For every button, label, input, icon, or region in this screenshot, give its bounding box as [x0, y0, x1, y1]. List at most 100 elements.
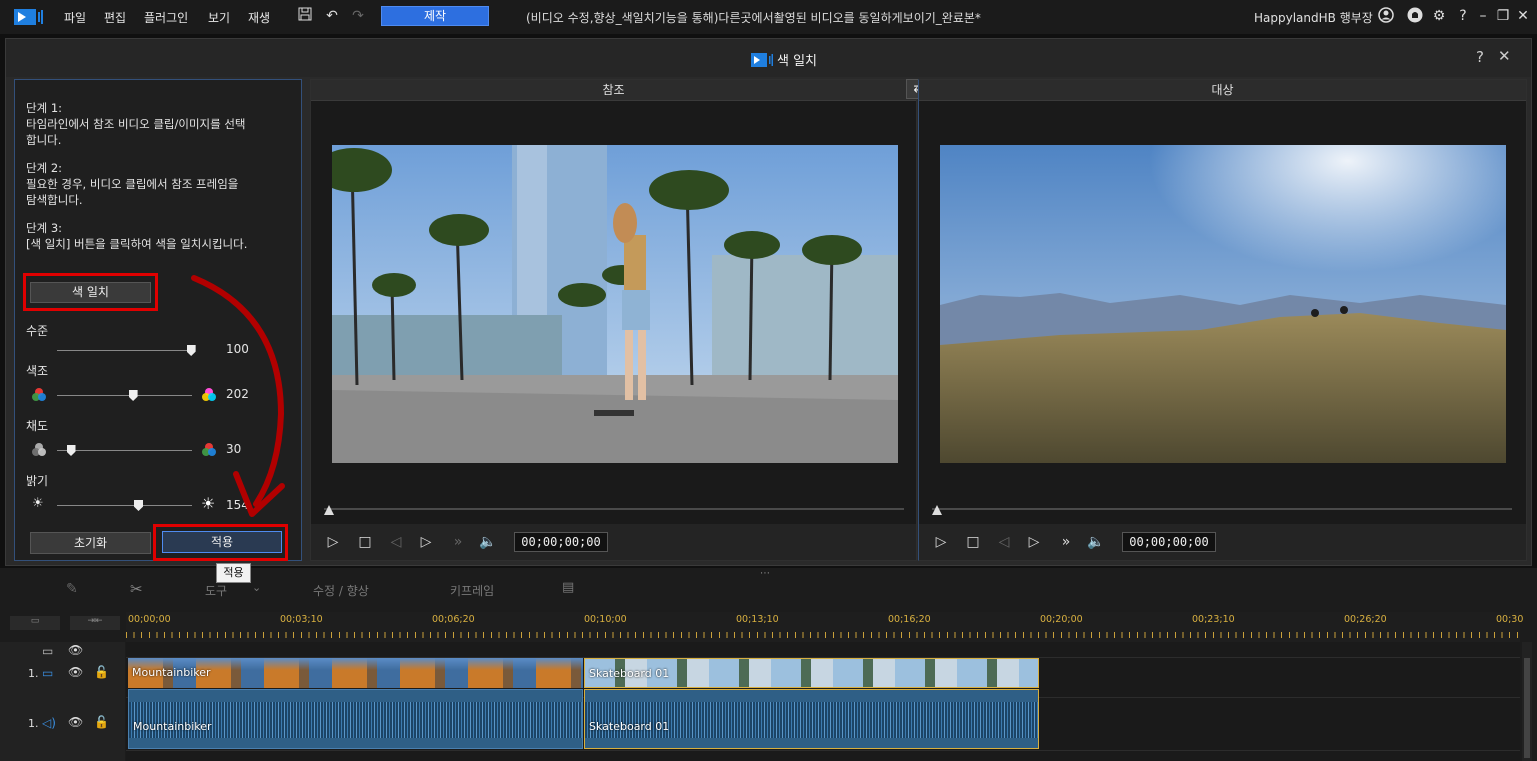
help-icon[interactable]: ?: [1454, 7, 1472, 25]
redo-icon[interactable]: ↷: [349, 7, 367, 25]
saturation-low-icon: [32, 443, 46, 456]
target-next-frame-icon[interactable]: ▷: [1024, 532, 1044, 552]
reference-prev-frame-icon[interactable]: ◁: [386, 532, 406, 552]
menu-plugins[interactable]: 플러그인: [144, 9, 188, 26]
reference-volume-icon[interactable]: 🔈: [478, 532, 498, 552]
ruler-label: 00;00;00: [128, 614, 171, 625]
video-track-lock-icon[interactable]: 🔓: [94, 665, 109, 679]
target-scrubber[interactable]: [932, 508, 1512, 510]
annotation-arrow: [191, 275, 285, 517]
pen-icon[interactable]: ✎: [66, 581, 78, 597]
target-play-icon[interactable]: ▷: [931, 532, 951, 552]
video-clip-skateboard[interactable]: Skateboard 01: [584, 658, 1039, 688]
ruler-label: 00;06;20: [432, 614, 475, 625]
ruler-label: 00;30: [1496, 614, 1524, 625]
reference-header: 참조: [311, 80, 916, 101]
target-scrubber-handle[interactable]: [932, 505, 942, 515]
reference-scrubber-handle[interactable]: [324, 505, 334, 515]
clip-label: Skateboard 01: [589, 667, 670, 680]
panel-resize-grip[interactable]: ⋯: [760, 568, 770, 579]
restore-icon[interactable]: ❐: [1494, 7, 1512, 25]
menu-view[interactable]: 보기: [208, 9, 230, 26]
target-stop-icon[interactable]: □: [963, 532, 983, 552]
brightness-slider-handle[interactable]: [134, 500, 143, 511]
minimize-icon[interactable]: –: [1474, 7, 1492, 25]
menu-file[interactable]: 파일: [64, 9, 86, 26]
dialog-help-icon[interactable]: ?: [1476, 48, 1484, 66]
audio-clip-mountainbiker[interactable]: Mountainbiker: [128, 689, 583, 749]
all-tracks-visibility-icon[interactable]: 👁: [68, 643, 83, 657]
reference-scrubber[interactable]: [324, 508, 904, 510]
target-prev-frame-icon[interactable]: ◁: [994, 532, 1014, 552]
menu-edit[interactable]: 편집: [104, 9, 126, 26]
hue-slider-track[interactable]: [57, 395, 192, 396]
undo-icon[interactable]: ↶: [323, 7, 341, 25]
reference-next-frame-icon[interactable]: ▷: [416, 532, 436, 552]
user-name: HappylandHB 행부장: [1254, 11, 1373, 25]
ruler-label: 00;10;00: [584, 614, 627, 625]
video-track-number: 1.: [28, 667, 39, 680]
target-video-frame: [940, 145, 1506, 463]
target-volume-icon[interactable]: 🔈: [1086, 532, 1106, 552]
target-controls: ▷ □ ◁ ▷ » 🔈 00;00;00;00: [919, 524, 1526, 560]
clip-label: Mountainbiker: [133, 720, 212, 733]
dialog-logo-icon: [751, 53, 773, 67]
ruler-label: 00;23;10: [1192, 614, 1235, 625]
account-icon[interactable]: [1377, 7, 1395, 25]
audio-track-visibility-icon[interactable]: 👁: [68, 715, 83, 729]
video-clip-mountainbiker[interactable]: Mountainbiker: [128, 658, 583, 688]
reference-stop-icon[interactable]: □: [355, 532, 375, 552]
step-3-text: [색 일치] 버튼을 클릭하여 색을 일치시킵니다.: [26, 237, 248, 251]
reference-preview-panel: 참조 ▷ □ ◁ ▷ » 🔈 00;00;00;00: [310, 79, 917, 561]
dialog-title: 색 일치: [751, 50, 817, 69]
audio-track-lock-icon[interactable]: 🔓: [94, 715, 109, 729]
track-manager-icon[interactable]: ▭: [10, 616, 60, 630]
step-1-text-line2: 합니다.: [26, 133, 62, 147]
target-fast-forward-icon[interactable]: »: [1056, 532, 1076, 552]
hue-slider-handle[interactable]: [128, 390, 138, 401]
tools-menu[interactable]: 도구: [205, 582, 227, 599]
timeline-ruler[interactable]: 00;00;00 00;03;10 00;06;20 00;10;00 00;1…: [126, 612, 1524, 642]
tools-dropdown-icon[interactable]: ⌄: [252, 581, 261, 594]
ruler-label: 00;03;10: [280, 614, 323, 625]
fix-enhance-button[interactable]: 수정 / 향상: [313, 582, 369, 599]
menu-bar: 파일 편집 플러그인 보기 재생 ↶ ↷ 제작 (비디오 수정,향상_색일치기능…: [0, 0, 1537, 34]
save-icon[interactable]: [296, 7, 314, 25]
subtitle-icon[interactable]: ▤: [562, 580, 574, 595]
level-slider-track[interactable]: [57, 350, 192, 351]
reset-button[interactable]: 초기화: [30, 532, 151, 554]
notification-icon[interactable]: [1406, 7, 1424, 25]
clip-label: Mountainbiker: [132, 666, 211, 679]
reference-play-icon[interactable]: ▷: [323, 532, 343, 552]
timeline-vertical-scrollbar[interactable]: [1522, 642, 1532, 761]
step-3-title: 단계 3:: [26, 221, 63, 235]
timeline-area: ⋯ ✎ ✂ 도구 ⌄ 수정 / 향상 키프레임 ▤ ▭ ⇥⇤ 00;00;00 …: [0, 568, 1537, 761]
brightness-label: 밝기: [26, 474, 49, 488]
brightness-slider-track[interactable]: [57, 505, 192, 506]
color-match-button[interactable]: 색 일치: [30, 282, 151, 303]
produce-button[interactable]: 제작: [381, 6, 489, 26]
target-timecode[interactable]: 00;00;00;00: [1122, 532, 1216, 552]
video-track-visibility-icon[interactable]: 👁: [68, 665, 83, 679]
menu-playback[interactable]: 재생: [248, 9, 270, 26]
audio-clip-skateboard[interactable]: Skateboard 01: [584, 689, 1039, 749]
scissors-icon[interactable]: ✂: [130, 580, 143, 598]
reference-controls: ▷ □ ◁ ▷ » 🔈 00;00;00;00: [311, 524, 916, 560]
track-headers: ▭ 👁 1. ▭ 👁 🔓 1. ◁) 👁 🔓: [0, 642, 125, 761]
settings-icon[interactable]: ⚙: [1430, 7, 1448, 25]
close-app-icon[interactable]: ✕: [1514, 7, 1532, 25]
saturation-slider-handle[interactable]: [66, 445, 76, 456]
keyframe-button[interactable]: 키프레임: [450, 582, 494, 599]
saturation-slider-track[interactable]: [57, 450, 192, 451]
reference-fast-forward-icon[interactable]: »: [448, 532, 468, 552]
step-1-title: 단계 1:: [26, 101, 63, 115]
audio-track-icon: ◁): [42, 716, 56, 730]
video-track-icon: ▭: [42, 666, 54, 680]
reference-video-frame: [332, 145, 898, 463]
fit-timeline-icon[interactable]: ⇥⇤: [70, 616, 120, 630]
brightness-low-icon: ☀: [32, 496, 44, 511]
timeline-view-icon[interactable]: ▭: [42, 644, 53, 658]
dialog-close-icon[interactable]: ✕: [1498, 47, 1511, 65]
apply-button[interactable]: 적용: [162, 531, 282, 553]
reference-timecode[interactable]: 00;00;00;00: [514, 532, 608, 552]
